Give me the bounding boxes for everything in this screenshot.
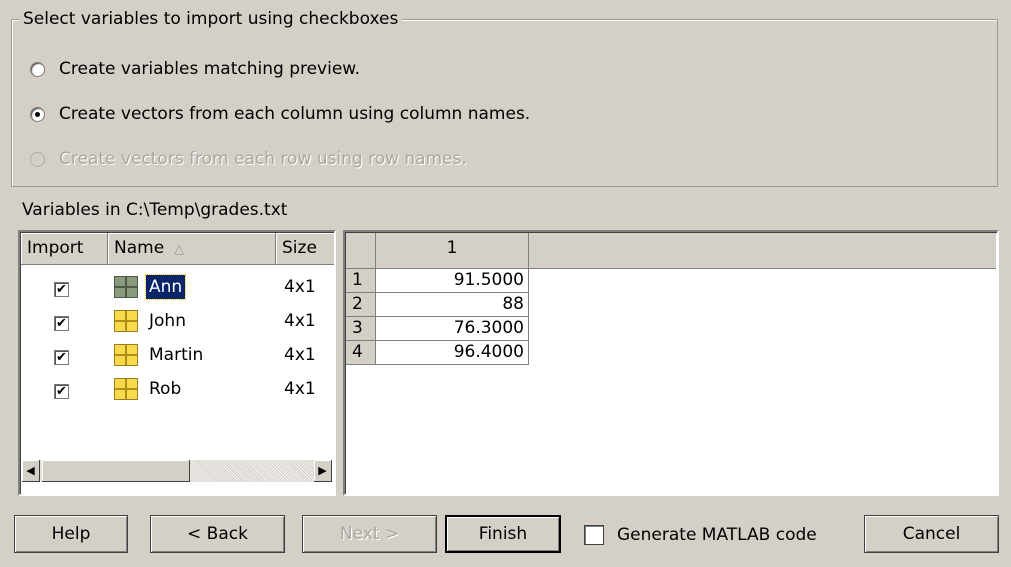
- preview-cell[interactable]: 76.3000: [376, 317, 529, 341]
- variable-name[interactable]: Ann: [144, 274, 187, 300]
- scroll-right-icon[interactable]: ▶: [314, 460, 332, 482]
- preview-cell[interactable]: 91.5000: [376, 269, 529, 293]
- table-row-ann[interactable]: ✔ Ann 4x1: [20, 270, 334, 303]
- import-checkbox[interactable]: ✔: [54, 384, 69, 399]
- radio-create-variables[interactable]: Create variables matching preview.: [30, 57, 360, 81]
- variable-size: 4x1: [284, 277, 316, 297]
- column-header-import[interactable]: Import: [21, 233, 108, 265]
- preview-row: 4 96.4000: [346, 341, 529, 365]
- scrollbar-thumb[interactable]: [42, 460, 190, 482]
- variable-name[interactable]: Martin: [146, 343, 206, 367]
- variable-matrix-icon: [114, 276, 138, 298]
- preview-cell[interactable]: 96.4000: [376, 341, 529, 365]
- radio-button-disabled: [30, 151, 45, 167]
- checkbox-box[interactable]: [584, 525, 604, 545]
- variable-name[interactable]: John: [146, 309, 189, 333]
- scroll-left-icon[interactable]: ◀: [22, 460, 40, 482]
- finish-button[interactable]: Finish: [445, 515, 561, 553]
- import-checkbox[interactable]: ✔: [54, 350, 69, 365]
- variables-file-label: Variables in C:\Temp\grades.txt: [22, 200, 288, 220]
- preview-row: 1 91.5000: [346, 269, 529, 293]
- preview-row: 2 88: [346, 293, 529, 317]
- preview-row: 3 76.3000: [346, 317, 529, 341]
- preview-row-header: 2: [346, 293, 376, 317]
- options-group-title: Select variables to import using checkbo…: [19, 9, 403, 29]
- preview-corner-cell: [346, 233, 376, 268]
- preview-cell[interactable]: 88: [376, 293, 529, 317]
- variable-matrix-icon: [114, 310, 138, 332]
- help-button[interactable]: Help: [14, 515, 128, 553]
- import-checkbox[interactable]: ✔: [54, 282, 69, 297]
- column-header-size[interactable]: Size: [276, 233, 334, 265]
- preview-column-header[interactable]: 1: [376, 233, 529, 268]
- table-row-john[interactable]: ✔ John 4x1: [20, 304, 334, 337]
- column-header-name[interactable]: Name △: [108, 233, 276, 265]
- data-preview-table: 1 1 91.5000 2 88 3 76.3000 4 96.4000: [343, 230, 999, 496]
- next-button: Next >: [302, 515, 437, 553]
- import-checkbox[interactable]: ✔: [54, 316, 69, 331]
- preview-row-header: 3: [346, 317, 376, 341]
- variables-table: Import Name △ Size ✔ Ann 4x1 ✔ John 4x1 ✔…: [18, 230, 336, 496]
- variable-size: 4x1: [284, 379, 316, 399]
- radio-create-column-vectors[interactable]: Create vectors from each column using co…: [30, 102, 530, 126]
- radio-label: Create vectors from each row using row n…: [59, 149, 467, 169]
- variable-matrix-icon: [114, 344, 138, 366]
- variable-size: 4x1: [284, 345, 316, 365]
- radio-create-row-vectors: Create vectors from each row using row n…: [30, 147, 467, 171]
- preview-header: 1: [346, 233, 996, 269]
- variable-size: 4x1: [284, 311, 316, 331]
- sort-ascending-icon: △: [174, 242, 185, 257]
- generate-code-label: Generate MATLAB code: [617, 525, 817, 545]
- horizontal-scrollbar[interactable]: ◀ ▶: [22, 460, 332, 482]
- variable-name[interactable]: Rob: [146, 377, 184, 401]
- radio-button[interactable]: [30, 61, 45, 77]
- preview-row-header: 1: [346, 269, 376, 293]
- generate-code-checkbox[interactable]: Generate MATLAB code: [584, 522, 817, 548]
- radio-button-selected[interactable]: [30, 106, 45, 122]
- table-row-rob[interactable]: ✔ Rob 4x1: [20, 372, 334, 405]
- radio-label: Create variables matching preview.: [59, 59, 361, 79]
- preview-row-header: 4: [346, 341, 376, 365]
- cancel-button[interactable]: Cancel: [864, 515, 999, 553]
- variable-matrix-icon: [114, 378, 138, 400]
- radio-label: Create vectors from each column using co…: [59, 104, 531, 124]
- table-row-martin[interactable]: ✔ Martin 4x1: [20, 338, 334, 371]
- back-button[interactable]: < Back: [150, 515, 285, 553]
